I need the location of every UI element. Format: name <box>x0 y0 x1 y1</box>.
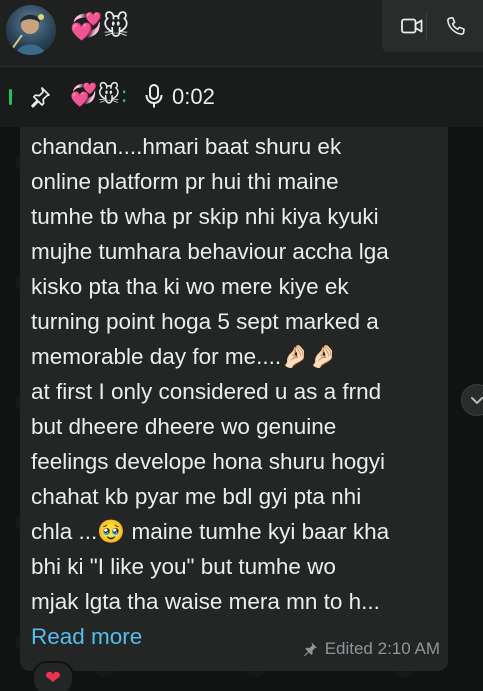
edited-timestamp: Edited 2:10 AM <box>324 639 440 658</box>
message-menu-button[interactable] <box>461 384 483 416</box>
message-text: chandan....hmari baat shuru ek online pl… <box>31 129 441 619</box>
pinned-sender: 💞🐭: <box>70 82 128 110</box>
message-line: bhi ki "I like you" but tumhe wo <box>31 554 336 579</box>
voice-call-icon <box>447 16 465 35</box>
read-more-link[interactable]: Read more <box>31 619 142 654</box>
microphone-icon <box>144 83 164 109</box>
message-line: chla ...🥹 maine tumhe kyi baar kha <box>31 519 390 544</box>
pinned-separator: : <box>120 83 128 108</box>
message-line: chandan....hmari baat shuru ek <box>31 134 342 159</box>
message-line: but dheere dheere wo genuine <box>31 414 337 439</box>
chevron-down-icon <box>471 397 483 404</box>
voice-call-button[interactable] <box>440 10 472 42</box>
message-meta: Edited 2:10 AM <box>301 638 440 660</box>
pinned-indicator <box>9 89 12 105</box>
pinned-duration: 0:02 <box>172 84 215 109</box>
message-line: memorable day for me....🤌🏻🤌🏻 <box>31 344 338 369</box>
message-line: tumhe tb wha pr skip nhi kiya kyuki <box>31 204 379 229</box>
reaction-badge[interactable]: ❤ <box>32 661 74 691</box>
chat-window: 💞🐭 💞🐭: 0:02 chandan....hmari baat shuru … <box>0 0 483 691</box>
chat-name[interactable]: 💞🐭 <box>70 12 130 42</box>
message-bubble[interactable]: chandan....hmari baat shuru ek online pl… <box>20 127 448 671</box>
chat-header: 💞🐭 <box>0 0 483 67</box>
message-line: online platform pr hui thi maine <box>31 169 339 194</box>
video-call-icon <box>401 18 423 34</box>
call-buttons <box>382 0 483 52</box>
pinned-sender-name: 💞🐭 <box>70 83 121 108</box>
message-line: turning point hoga 5 sept marked a <box>31 309 379 334</box>
avatar[interactable] <box>6 5 56 55</box>
pinned-message-bar[interactable]: 💞🐭: 0:02 <box>0 67 483 127</box>
pin-icon <box>303 642 317 657</box>
message-line: kisko pta tha ki wo mere kiye ek <box>31 274 349 299</box>
pin-icon <box>28 85 52 109</box>
message-line: mjak lgta tha waise mera mn to h... <box>31 589 380 614</box>
video-call-button[interactable] <box>396 10 428 42</box>
message-line: at first I only considered u as a frnd <box>31 379 382 404</box>
divider <box>426 12 427 40</box>
message-line: mujhe tumhara behaviour accha lga <box>31 239 389 264</box>
chat-area: chandan....hmari baat shuru ek online pl… <box>0 127 483 691</box>
message-line: feelings develope hona shuru hogyi <box>31 449 386 474</box>
message-line: chahat kb pyar me bdl gyi pta nhi <box>31 484 362 509</box>
